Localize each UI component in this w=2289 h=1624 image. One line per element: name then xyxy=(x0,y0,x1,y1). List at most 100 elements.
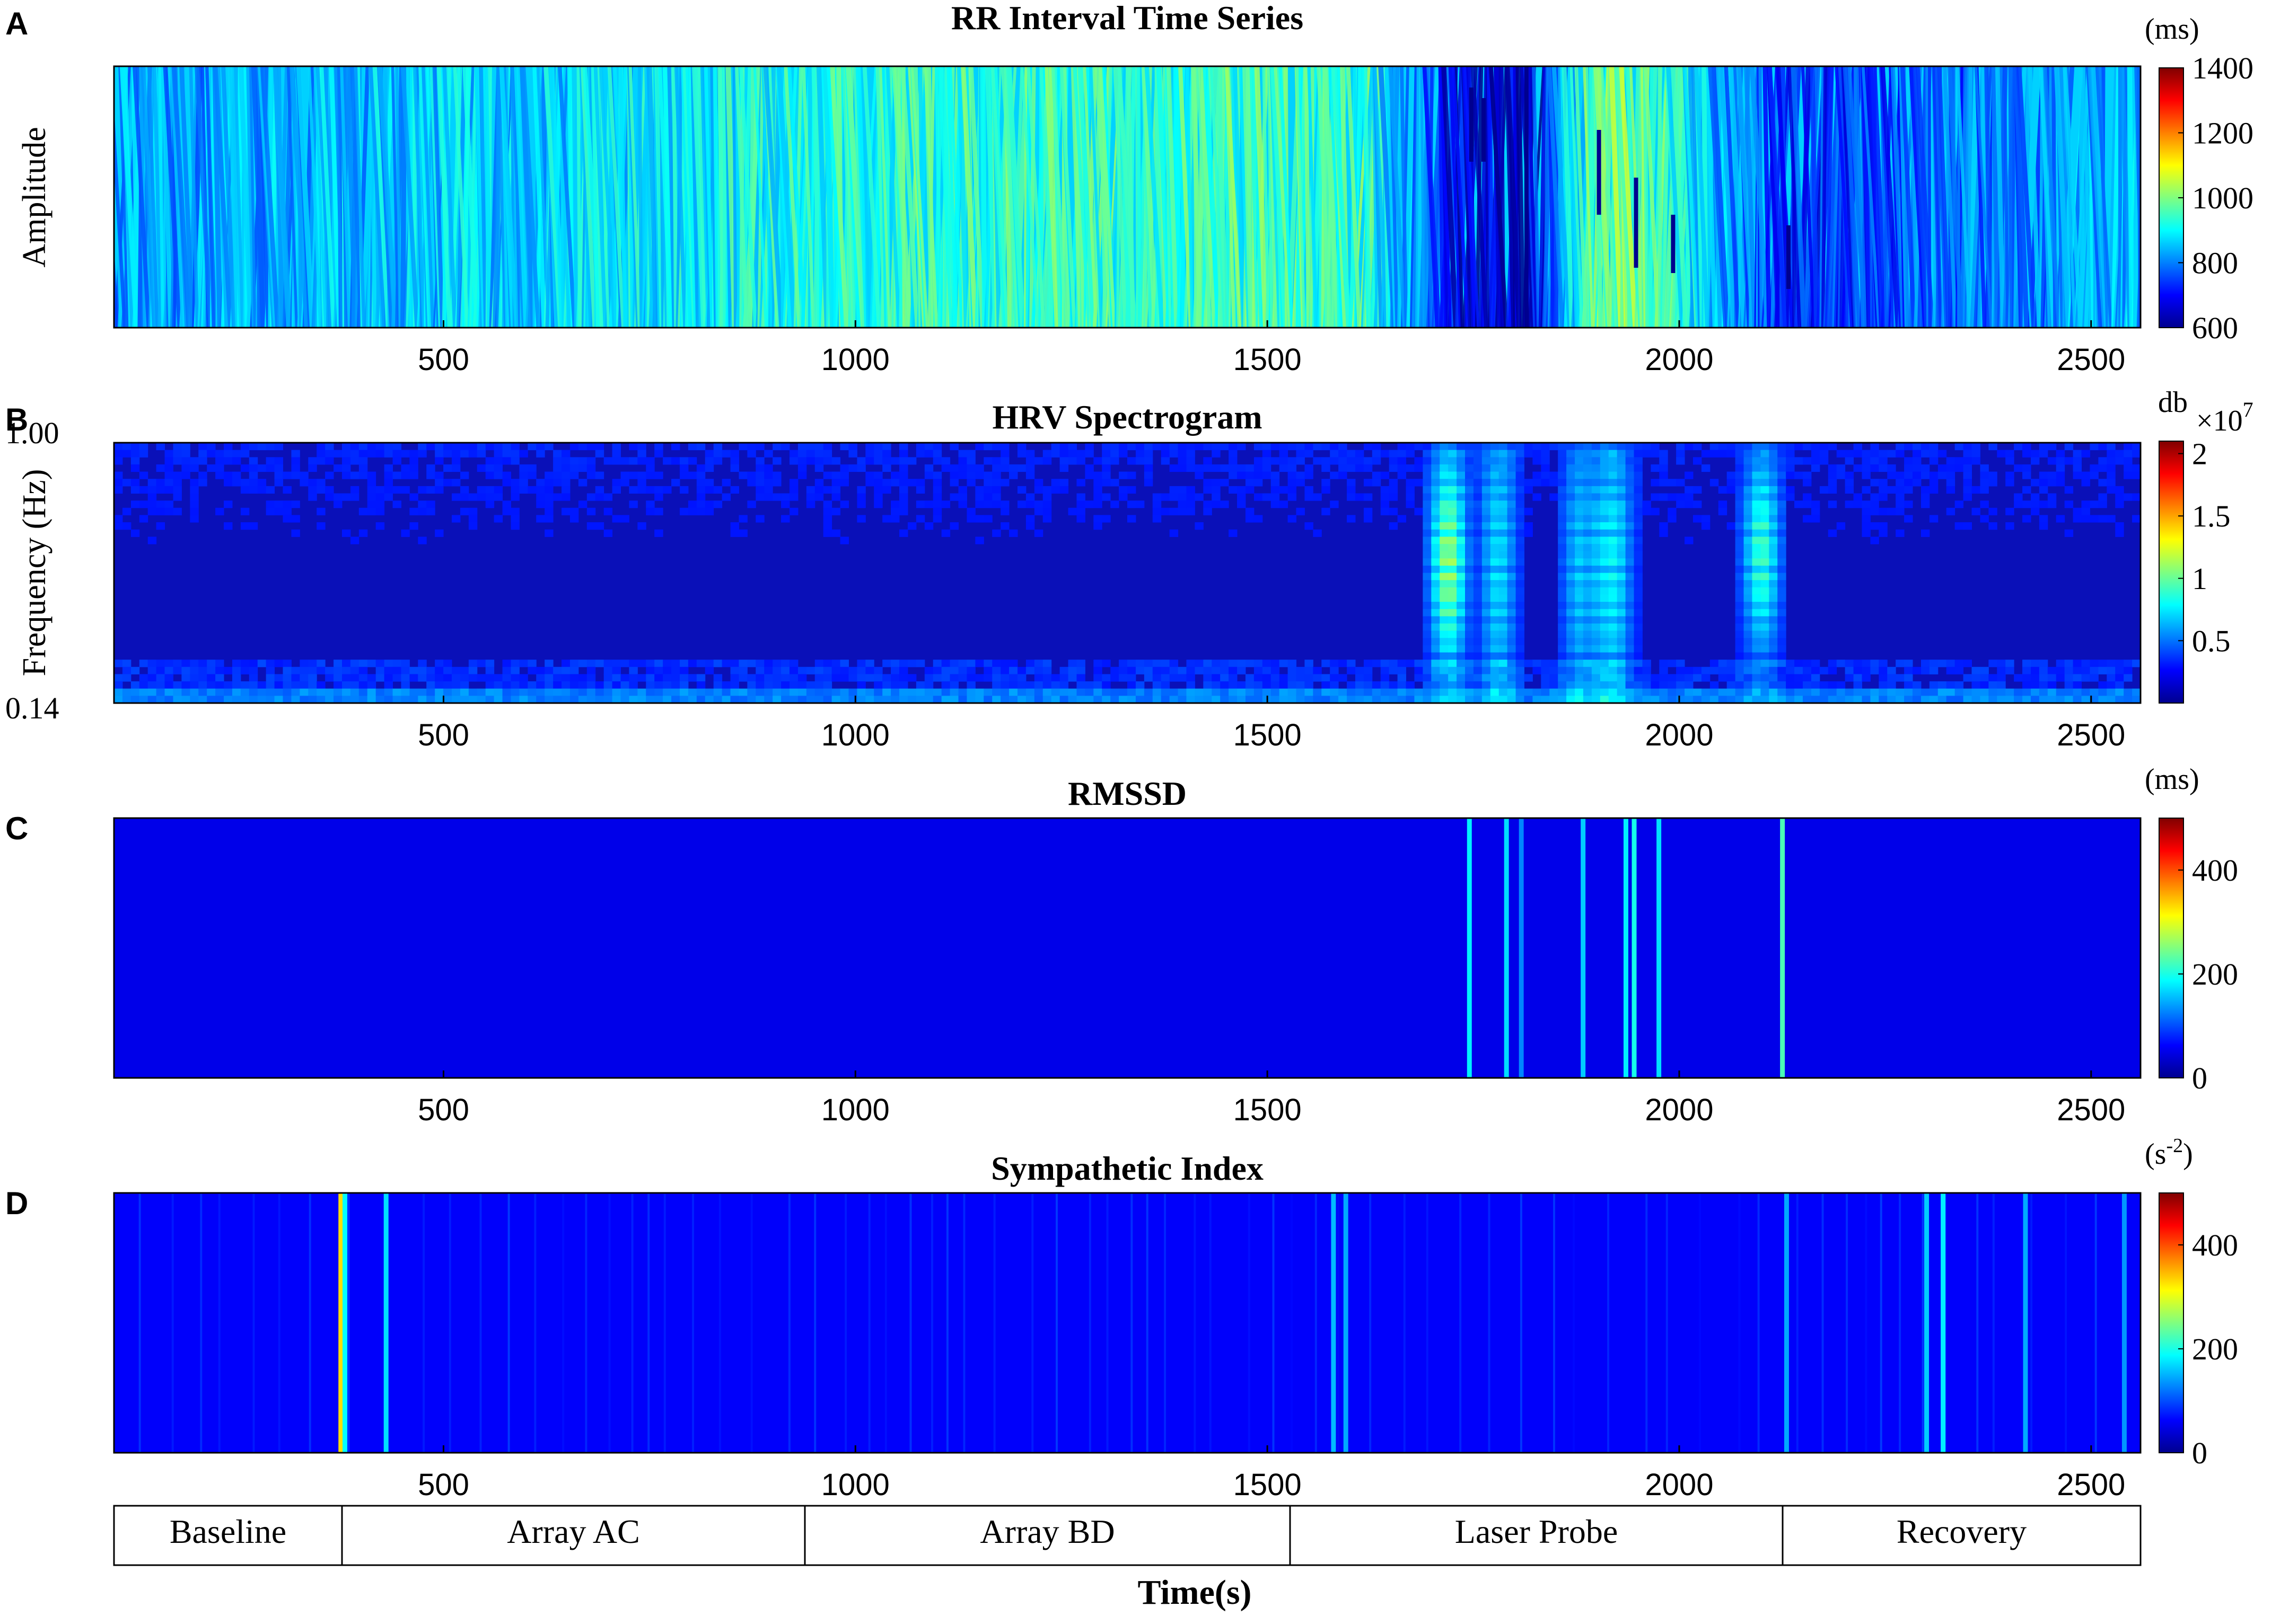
spectrogram-cell xyxy=(460,507,469,515)
spectrogram-cell xyxy=(1777,501,1786,508)
spectrogram-cell xyxy=(1448,674,1457,682)
heatmap-faint-line xyxy=(309,1193,311,1453)
spectrogram-cell xyxy=(384,479,393,487)
spectrogram-cell xyxy=(2073,688,2082,696)
spectrogram-cell xyxy=(882,674,891,682)
spectrogram-cell xyxy=(1819,688,1829,696)
spectrogram-cell xyxy=(334,450,343,458)
spectrogram-cell xyxy=(443,681,452,689)
spectrogram-cell xyxy=(164,457,173,465)
spectrogram-cell xyxy=(215,450,224,458)
spectrogram-cell xyxy=(1473,609,1483,617)
spectrogram-cell xyxy=(1093,471,1102,479)
spectrogram-cell xyxy=(2030,666,2040,674)
spectrogram-cell xyxy=(747,674,756,682)
spectrogram-cell xyxy=(1575,479,1584,487)
colorbar-unit: (ms) xyxy=(2145,13,2199,46)
spectrogram-cell xyxy=(1457,501,1466,508)
spectrogram-cell xyxy=(1575,565,1584,573)
spectrogram-cell xyxy=(1515,479,1524,487)
spectrogram-cell xyxy=(1321,479,1330,487)
spectrogram-cell xyxy=(156,674,165,682)
spectrogram-cell xyxy=(2022,660,2031,668)
spectrogram-cell xyxy=(1515,645,1524,653)
spectrogram-cell xyxy=(1583,594,1592,602)
spectrogram-cell xyxy=(1583,580,1592,588)
heatmap-faint-line xyxy=(1645,1193,1648,1453)
spectrogram-cell xyxy=(1617,630,1626,638)
spectrogram-cell xyxy=(1507,616,1516,624)
spectrogram-cell xyxy=(1270,471,1280,479)
spectrogram-cell xyxy=(181,666,190,674)
spectrogram-cell xyxy=(1591,674,1601,682)
spectrogram-cell xyxy=(1625,652,1634,660)
spectrogram-cell xyxy=(375,688,385,696)
spectrogram-cell xyxy=(1448,660,1457,668)
spectrogram-cell xyxy=(1025,450,1035,458)
spectrogram-cell xyxy=(891,507,900,515)
spectrogram-cell xyxy=(874,696,883,703)
spectrogram-cell xyxy=(1558,507,1567,515)
spectrogram-cell xyxy=(1465,688,1474,696)
spectrogram-cell xyxy=(1448,580,1457,588)
spectrogram-cell xyxy=(1498,645,1508,653)
spectrogram-cell xyxy=(536,688,545,696)
spectrogram-cell xyxy=(232,666,241,674)
spectrogram-cell xyxy=(1600,522,1609,530)
spectrogram-cell xyxy=(1735,623,1744,631)
spectrogram-cell xyxy=(1397,681,1407,689)
spectrogram-cell xyxy=(2115,681,2124,689)
spectrogram-cell xyxy=(1735,573,1744,581)
spectrogram-cell xyxy=(1726,450,1736,458)
spectrogram-cell xyxy=(1490,543,1499,552)
spectrogram-cell xyxy=(291,501,300,508)
spectrogram-cell xyxy=(1076,507,1085,515)
spectrogram-cell xyxy=(705,501,714,508)
spectrogram-cell xyxy=(1625,501,1634,508)
spectrogram-cell xyxy=(1414,660,1423,668)
spectrogram-cell xyxy=(1195,666,1204,674)
spectrogram-cell xyxy=(1507,471,1516,479)
spectrogram-cell xyxy=(705,486,714,494)
spectrogram-cell xyxy=(308,486,317,494)
spectrogram-cell xyxy=(1465,652,1474,660)
spectrogram-cell xyxy=(1575,674,1584,682)
spectrogram-cell xyxy=(190,464,199,472)
spectrogram-cell xyxy=(941,501,951,508)
spectrogram-cell xyxy=(1617,450,1626,458)
spectrogram-cell xyxy=(308,493,317,501)
spectrogram-cell xyxy=(1001,464,1010,472)
spectrogram-cell xyxy=(1608,507,1618,515)
spectrogram-cell xyxy=(1735,471,1744,479)
spectrogram-cell xyxy=(1651,493,1660,501)
spectrogram-cell xyxy=(1642,666,1651,674)
spectrogram-cell xyxy=(190,681,199,689)
spectrogram-cell xyxy=(1135,443,1145,451)
spectrogram-cell xyxy=(899,493,908,501)
spectrogram-cell xyxy=(1777,652,1786,660)
spectrogram-cell xyxy=(494,457,503,465)
spectrogram-cell xyxy=(654,660,663,668)
heatmap-faint-line xyxy=(631,1193,634,1453)
spectrogram-cell xyxy=(283,486,292,494)
spectrogram-cell xyxy=(1600,630,1609,638)
spectrogram-cell xyxy=(1558,543,1567,552)
spectrogram-cell xyxy=(1457,529,1466,537)
spectrogram-cell xyxy=(1135,660,1145,668)
spectrogram-cell xyxy=(334,696,343,703)
spectrogram-cell xyxy=(679,457,689,465)
spectrogram-cell xyxy=(1769,616,1778,624)
spectrogram-cell xyxy=(1617,464,1626,472)
spectrogram-cell xyxy=(494,443,503,451)
spectrogram-cell xyxy=(1575,464,1584,472)
spectrogram-cell xyxy=(2124,450,2133,458)
spectrogram-cell xyxy=(240,486,250,494)
spectrogram-cell xyxy=(1490,522,1499,530)
spectrogram-cell xyxy=(992,666,1001,674)
spectrogram-cell xyxy=(2039,515,2048,523)
spectrogram-cell xyxy=(1946,660,1955,668)
spectrogram-cell xyxy=(865,443,874,451)
spectrogram-cell xyxy=(1541,696,1550,703)
spectrogram-cell xyxy=(2047,674,2057,682)
spectrogram-cell xyxy=(1110,501,1119,508)
